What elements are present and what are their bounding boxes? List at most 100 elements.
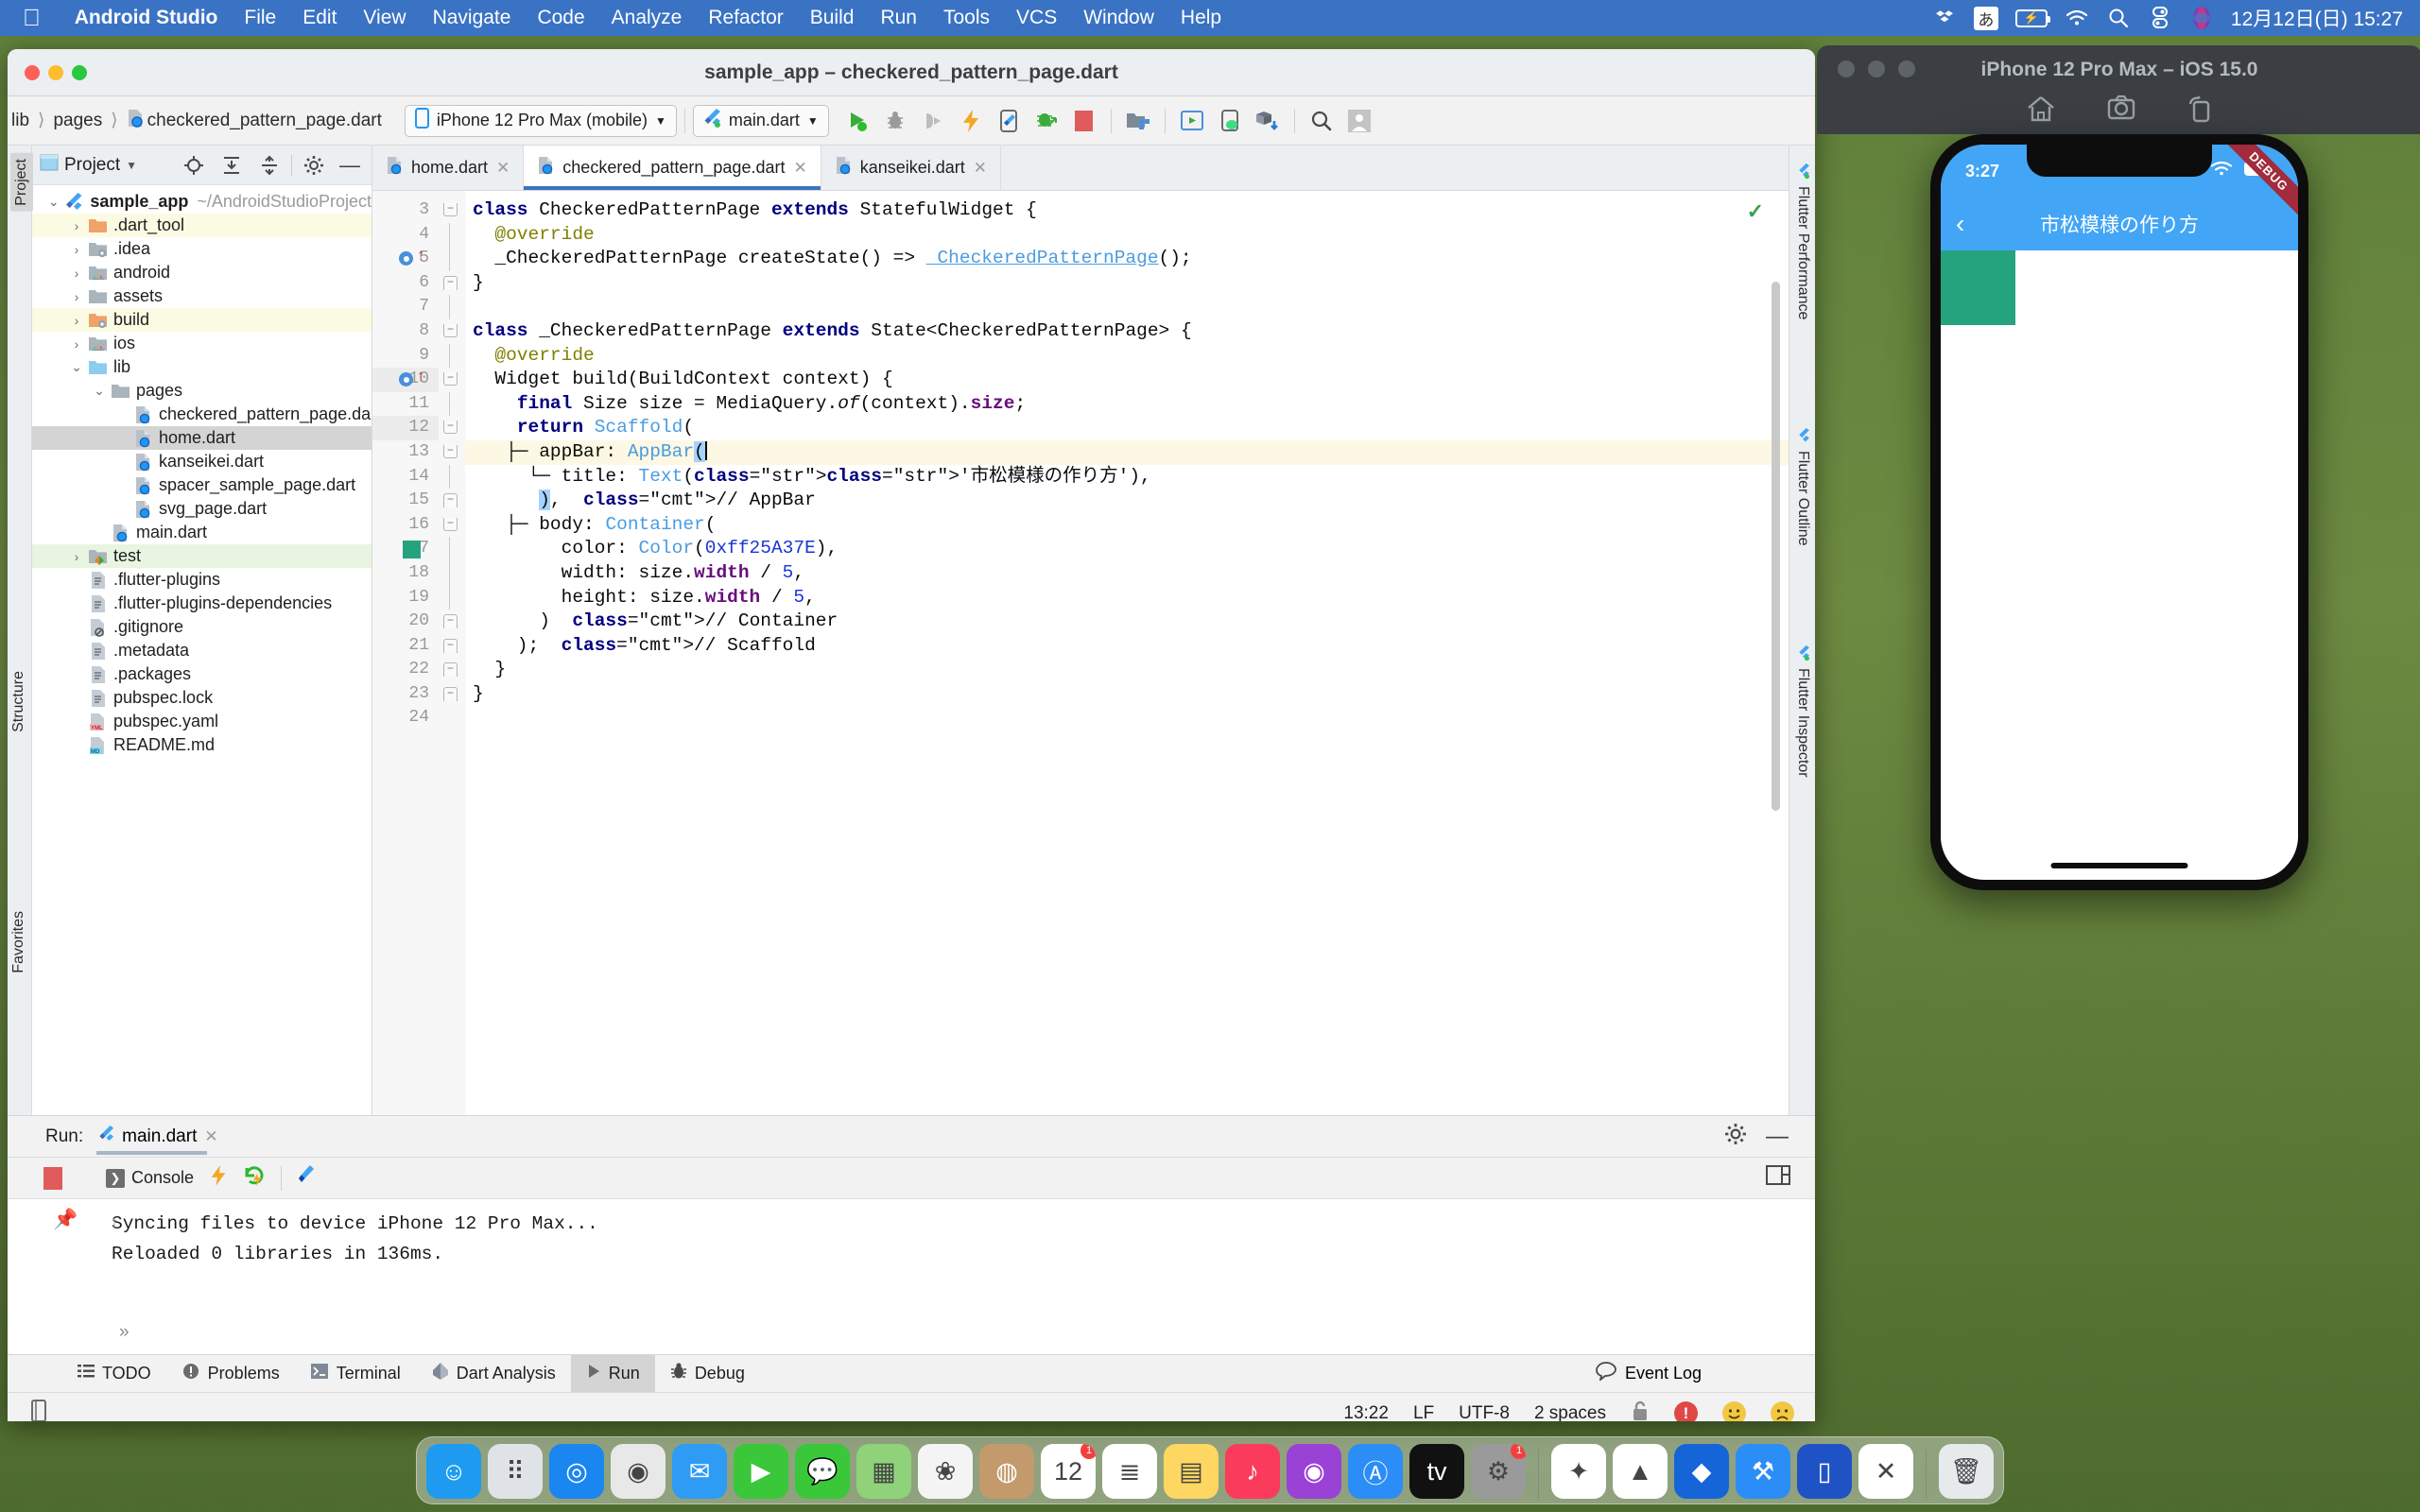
code-line[interactable]: @override	[465, 223, 1789, 248]
tree-item-spacer-sample-page-dart[interactable]: spacer_sample_page.dart	[32, 473, 372, 497]
chevron-right-icon[interactable]: ›	[66, 549, 87, 564]
chevron-down-icon[interactable]: ⌄	[89, 383, 110, 399]
tool-window-todo[interactable]: TODO	[62, 1355, 166, 1393]
sidebar-tab-favorites[interactable]: Favorites	[10, 911, 27, 973]
fold-marker[interactable]: −	[439, 416, 465, 440]
code-text[interactable]: class CheckeredPatternPage extends State…	[465, 191, 1789, 1115]
caret-position[interactable]: 13:22	[1343, 1403, 1389, 1422]
chevron-right-icon[interactable]: ›	[66, 289, 87, 304]
menu-window[interactable]: Window	[1070, 7, 1167, 29]
dock-icon-facetime[interactable]: ▶	[734, 1444, 788, 1499]
menu-navigate[interactable]: Navigate	[420, 7, 525, 29]
tree-item-pubspec-lock[interactable]: pubspec.lock	[32, 686, 372, 710]
fold-marker[interactable]: −	[439, 440, 465, 465]
chevron-right-icon[interactable]: ›	[66, 266, 87, 281]
fold-toggle-icon[interactable]: −	[443, 444, 458, 458]
tree-item-readme-md[interactable]: MD README.md	[32, 733, 372, 757]
code-line[interactable]: ); class="cmt">// Scaffold	[465, 634, 1789, 659]
tree-item-kanseikei-dart[interactable]: kanseikei.dart	[32, 450, 372, 473]
fold-marker[interactable]	[439, 295, 465, 319]
tool-window-problems[interactable]: Problems	[166, 1355, 295, 1393]
sidebar-tab-project[interactable]: Project	[10, 153, 33, 212]
fold-toggle-icon[interactable]: −	[443, 638, 458, 653]
indent-setting[interactable]: 2 spaces	[1534, 1403, 1606, 1422]
editor-scrollbar[interactable]	[1772, 282, 1780, 811]
apple-logo-icon[interactable]: 	[23, 6, 41, 30]
tree-item-checkered-pattern-page-da[interactable]: checkered_pattern_page.da	[32, 403, 372, 426]
iphone-screen[interactable]: 3:27 ▪▪▪▪ DEBUG ‹ 市松模様の作り方	[1941, 145, 2298, 880]
fold-toggle-icon[interactable]: −	[443, 421, 458, 435]
code-line[interactable]: return Scaffold(	[465, 416, 1789, 440]
fold-marker[interactable]	[439, 343, 465, 369]
code-line[interactable]: Widget build(BuildContext context) {	[465, 368, 1789, 392]
fold-toggle-icon[interactable]: −	[443, 662, 458, 678]
code-line[interactable]: class CheckeredPatternPage extends State…	[465, 198, 1789, 223]
search-icon[interactable]	[2106, 6, 2131, 30]
menu-build[interactable]: Build	[797, 7, 868, 29]
control-center-icon[interactable]	[2148, 6, 2172, 30]
run-config-selector[interactable]: main.dart ▼	[692, 104, 829, 137]
chevron-down-icon[interactable]: ⌄	[66, 359, 87, 375]
open-devtools-button[interactable]	[297, 1163, 318, 1193]
fold-marker[interactable]: −	[439, 319, 465, 344]
code-line[interactable]: }	[465, 682, 1789, 707]
fold-marker[interactable]: −	[439, 198, 465, 223]
code-line[interactable]: _CheckeredPatternPage createState() => _…	[465, 247, 1789, 271]
run-gutter-icon[interactable]	[399, 251, 413, 266]
menu-tools[interactable]: Tools	[930, 7, 1003, 29]
fold-marker[interactable]	[439, 585, 465, 610]
dock-icon-android-studio[interactable]: ▲	[1613, 1444, 1668, 1499]
dock-icon-messages[interactable]: 💬	[795, 1444, 850, 1499]
tree-item--gitignore[interactable]: .gitignore	[32, 615, 372, 639]
override-arrow-icon[interactable]: ↑	[416, 249, 425, 265]
fold-marker[interactable]	[439, 464, 465, 490]
tree-item-pubspec-yaml[interactable]: YML pubspec.yaml	[32, 710, 372, 733]
fold-marker[interactable]	[439, 560, 465, 586]
breadcrumb-pages[interactable]: pages	[53, 111, 102, 131]
tree-item--flutter-plugins-dependencies[interactable]: .flutter-plugins-dependencies	[32, 592, 372, 615]
dock-icon-music[interactable]: ♪	[1225, 1444, 1280, 1499]
sdk-manager-button[interactable]	[1211, 102, 1249, 140]
dock-icon-mail[interactable]: ✉	[672, 1444, 727, 1499]
siri-icon[interactable]	[2189, 6, 2214, 30]
code-line[interactable]: height: size.width / 5,	[465, 586, 1789, 610]
lock-icon[interactable]	[1631, 1400, 1650, 1422]
dock-icon-photos[interactable]: ❀	[918, 1444, 973, 1499]
pin-icon[interactable]: 📌	[53, 1209, 78, 1231]
fold-toggle-icon[interactable]: −	[443, 686, 458, 701]
dock-icon-podcasts[interactable]: ◉	[1287, 1444, 1341, 1499]
tool-window-dart-analysis[interactable]: Dart Analysis	[416, 1355, 571, 1393]
code-line[interactable]: ), class="cmt">// AppBar	[465, 489, 1789, 513]
select-opened-file-icon[interactable]	[178, 155, 210, 176]
stop-process-button[interactable]	[43, 1166, 62, 1190]
code-line[interactable]: color: Color(0xff25A37E),	[465, 537, 1789, 561]
code-line[interactable]	[465, 706, 1789, 730]
tree-item--flutter-plugins[interactable]: .flutter-plugins	[32, 568, 372, 592]
fold-toggle-icon[interactable]: −	[443, 372, 458, 387]
dock-icon-apple-tv[interactable]: tv	[1409, 1444, 1464, 1499]
menu-analyze[interactable]: Analyze	[598, 7, 696, 29]
flutter-attach-button[interactable]	[1028, 102, 1065, 140]
dock-icon-xcode[interactable]: ⚒	[1736, 1444, 1790, 1499]
dock-icon-safari[interactable]: ◎	[549, 1444, 604, 1499]
gear-icon[interactable]	[298, 155, 330, 176]
editor-tab-checkered-pattern-page-dart[interactable]: checkered_pattern_page.dart ✕	[524, 146, 821, 190]
tool-window-debug[interactable]: Debug	[655, 1355, 760, 1393]
menu-view[interactable]: View	[350, 7, 419, 29]
code-line[interactable]: }	[465, 658, 1789, 682]
fold-toggle-icon[interactable]: −	[443, 493, 458, 508]
editor-tab-home-dart[interactable]: home.dart ✕	[372, 146, 525, 190]
fold-toggle-icon[interactable]: −	[443, 323, 458, 337]
tree-item-pages[interactable]: ⌄ pages	[32, 379, 372, 403]
code-folding-column[interactable]: − − − − − − − − − − − −	[439, 191, 465, 1115]
fold-marker[interactable]: −	[439, 513, 465, 538]
fold-marker[interactable]	[439, 222, 465, 248]
code-editor[interactable]: 34↑56789↑101112131415161718192021222324 …	[372, 191, 1789, 1115]
rotate-icon[interactable]	[2187, 94, 2213, 128]
code-line[interactable]: }	[465, 271, 1789, 296]
fold-marker[interactable]: −	[439, 634, 465, 659]
sidebar-tab-structure[interactable]: Structure	[10, 671, 27, 732]
menu-help[interactable]: Help	[1167, 7, 1235, 29]
fold-toggle-icon[interactable]: −	[443, 203, 458, 216]
fold-toggle-icon[interactable]: −	[443, 517, 458, 531]
